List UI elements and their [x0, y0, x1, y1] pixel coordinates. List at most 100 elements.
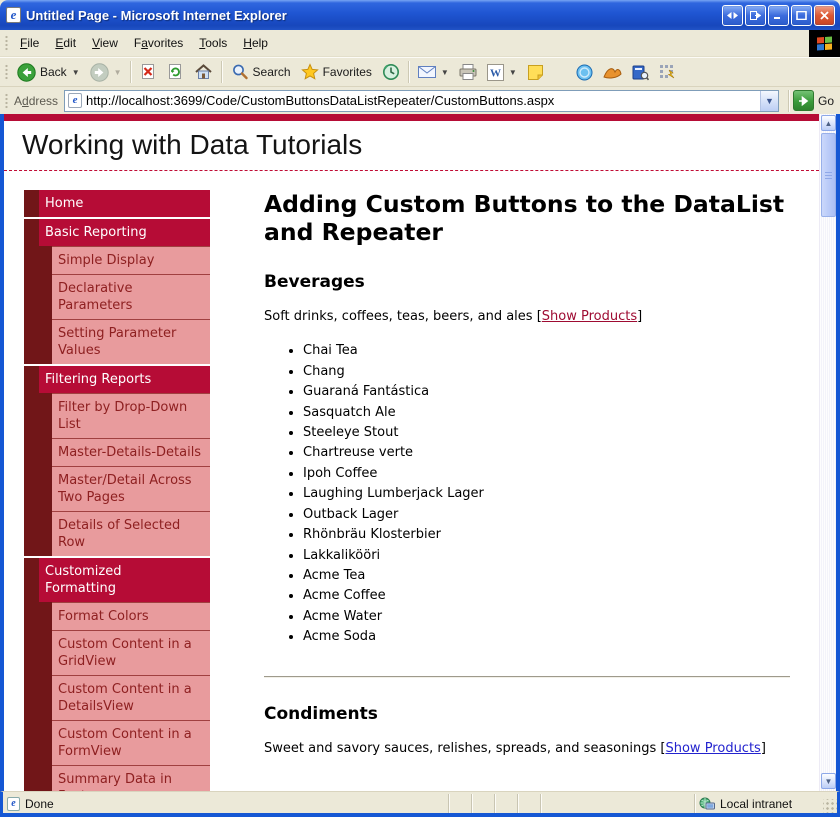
sidebar-subitem[interactable]: Custom Content in a DetailsView [52, 675, 210, 720]
sidebar-subitem[interactable]: Format Colors [52, 602, 210, 630]
disconnect-button[interactable] [745, 5, 766, 26]
address-dropdown-button[interactable]: ▼ [760, 91, 778, 111]
pan-arrows-button[interactable] [722, 5, 743, 26]
title-bar: e Untitled Page - Microsoft Internet Exp… [0, 0, 840, 30]
menu-item[interactable]: Help [235, 32, 276, 54]
sticky-note-icon [527, 64, 544, 81]
resize-grip[interactable] [823, 799, 837, 813]
pixel-grid-button[interactable] [654, 61, 681, 84]
article-title: Adding Custom Buttons to the DataList an… [264, 191, 790, 246]
sidebar-subitem[interactable]: Setting Parameter Values [52, 319, 210, 364]
forward-button[interactable]: ▼ [85, 60, 127, 85]
go-button[interactable] [793, 90, 814, 111]
back-button[interactable]: Back▼ [12, 60, 85, 85]
product-item: Acme Water [303, 607, 790, 627]
local-intranet-icon [699, 797, 715, 811]
book-search-icon [632, 64, 649, 81]
sidebar-item[interactable]: Filtering Reports [39, 366, 210, 393]
page-icon: e [68, 93, 82, 108]
window-title: Untitled Page - Microsoft Internet Explo… [26, 8, 720, 23]
edit-dropdown-icon[interactable]: ▼ [509, 68, 517, 77]
stop-icon [140, 63, 157, 81]
status-text: Done [25, 797, 54, 811]
refresh-button[interactable] [162, 60, 189, 84]
print-icon [459, 64, 477, 80]
vertical-scrollbar[interactable]: ▲ ▼ [819, 114, 836, 791]
print-button[interactable] [454, 61, 482, 83]
notes-button[interactable] [522, 61, 549, 84]
msn-button[interactable] [598, 62, 627, 83]
product-item: Acme Coffee [303, 586, 790, 606]
show-products-link[interactable]: Show Products [665, 741, 760, 756]
address-bar-grip[interactable] [3, 92, 8, 110]
word-icon: W [487, 64, 504, 81]
sidebar-subitem[interactable]: Filter by Drop-Down List [52, 393, 210, 438]
show-products-link[interactable]: Show Products [542, 309, 637, 324]
scrollbar-thumb[interactable] [821, 133, 836, 217]
research-button[interactable] [627, 61, 654, 84]
product-item: Laughing Lumberjack Lager [303, 484, 790, 504]
menu-item[interactable]: File [12, 32, 47, 54]
sidebar-item[interactable]: Basic Reporting [39, 219, 210, 246]
sidebar-item[interactable]: Customized Formatting [39, 558, 210, 602]
product-item: Steeleye Stout [303, 423, 790, 443]
go-arrow-icon [798, 96, 809, 106]
home-button[interactable] [189, 60, 218, 84]
sidebar-item[interactable]: Home [39, 190, 210, 217]
sidebar-section: Home [24, 190, 210, 217]
menu-item[interactable]: Tools [191, 32, 235, 54]
svg-text:W: W [490, 67, 501, 79]
address-url: http://localhost:3699/Code/CustomButtons… [86, 93, 760, 108]
pixel-grid-icon [659, 64, 676, 81]
back-dropdown-icon[interactable]: ▼ [72, 68, 80, 77]
sidebar-subitem[interactable]: Details of Selected Row [52, 511, 210, 556]
sidebar-subitem[interactable]: Master/Detail Across Two Pages [52, 466, 210, 511]
favorites-icon [301, 63, 319, 81]
maximize-button[interactable] [791, 5, 812, 26]
forward-dropdown-icon[interactable]: ▼ [114, 68, 122, 77]
product-item: Chai Tea [303, 341, 790, 361]
security-zone-pane: Local intranet [695, 794, 823, 813]
sidebar-subitem[interactable]: Custom Content in a FormView [52, 720, 210, 765]
forward-icon [90, 63, 109, 82]
web-page: Working with Data Tutorials Home Basic R… [4, 114, 819, 791]
minimize-button[interactable] [768, 5, 789, 26]
address-input[interactable]: e http://localhost:3699/Code/CustomButto… [64, 90, 779, 112]
mail-dropdown-icon[interactable]: ▼ [441, 68, 449, 77]
sidebar-subitem[interactable]: Simple Display [52, 246, 210, 274]
menu-item[interactable]: Favorites [126, 32, 191, 54]
product-item: Guaraná Fantástica [303, 382, 790, 402]
status-page-icon: e [7, 797, 20, 811]
stop-button[interactable] [135, 60, 162, 84]
back-icon [17, 63, 36, 82]
blue-globe-icon [576, 64, 593, 81]
sidebar-subitem[interactable]: Summary Data in Footer [52, 765, 210, 791]
section-heading: Beverages [264, 272, 790, 292]
sidebar-subitem[interactable]: Master-Details-Details [52, 438, 210, 466]
scroll-up-button[interactable]: ▲ [821, 115, 836, 131]
history-button[interactable] [377, 60, 405, 84]
status-bar: e Done Local intranet [0, 791, 840, 813]
content-section: Beverages Soft drinks, coffees, teas, be… [264, 272, 790, 647]
mail-button[interactable]: ▼ [413, 62, 454, 82]
sidebar-subitem[interactable]: Declarative Parameters [52, 274, 210, 319]
toolbar-grip[interactable] [3, 63, 8, 81]
product-item: Sasquatch Ale [303, 403, 790, 423]
go-label[interactable]: Go [818, 94, 834, 108]
close-button[interactable] [814, 5, 835, 26]
menu-bar-grip[interactable] [3, 34, 8, 52]
messenger-button[interactable] [571, 61, 598, 84]
sidebar-section: Filtering Reports Filter by Drop-Down Li… [24, 366, 210, 556]
section-intro: Soft drinks, coffees, teas, beers, and a… [264, 309, 790, 324]
standard-buttons-toolbar: Back▼ ▼ Search Favorites [0, 57, 840, 87]
address-label: Address [14, 94, 58, 108]
search-button[interactable]: Search [226, 60, 296, 84]
scroll-down-button[interactable]: ▼ [821, 773, 836, 789]
menu-item[interactable]: Edit [47, 32, 84, 54]
favorites-button[interactable]: Favorites [296, 60, 377, 84]
sidebar-subitem[interactable]: Custom Content in a GridView [52, 630, 210, 675]
address-bar: Address e http://localhost:3699/Code/Cus… [0, 87, 840, 114]
history-icon [382, 63, 400, 81]
menu-item[interactable]: View [84, 32, 126, 54]
edit-with-word-button[interactable]: W ▼ [482, 61, 522, 84]
